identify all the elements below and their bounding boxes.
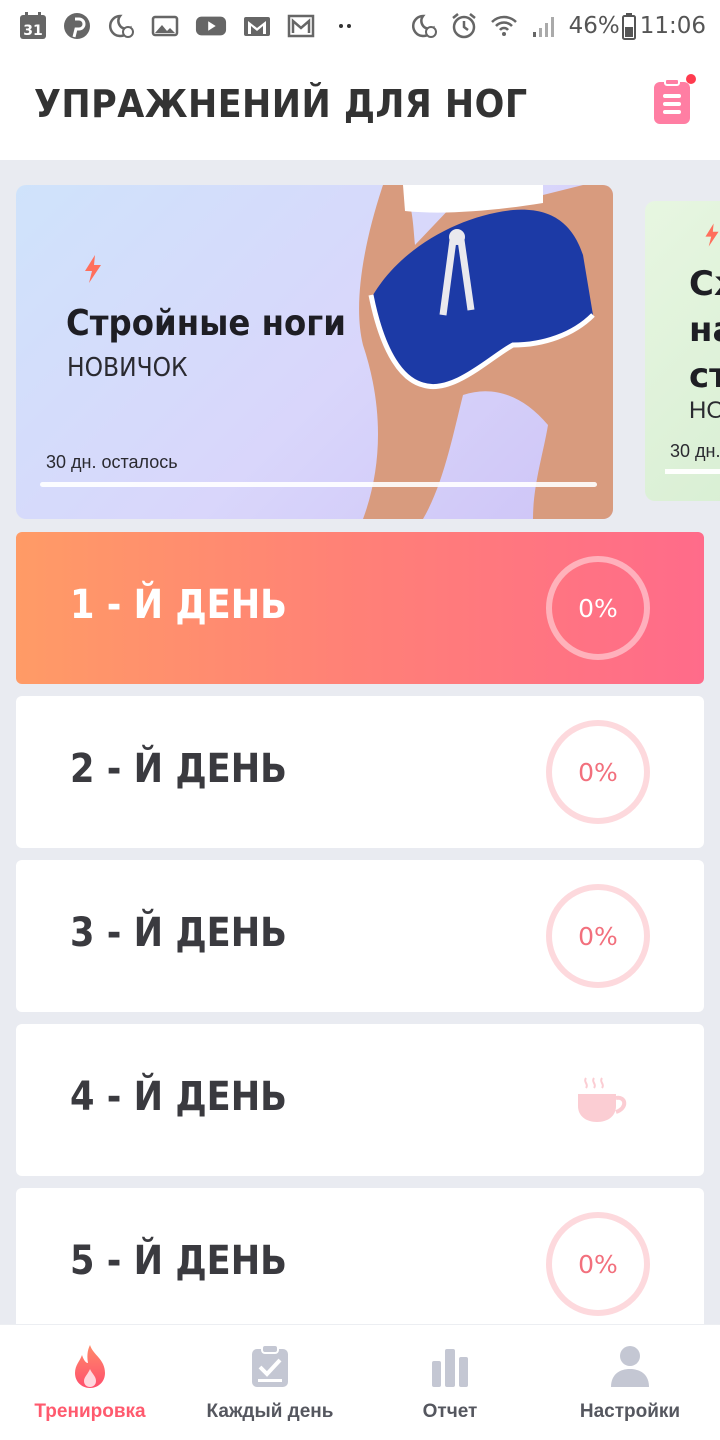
progress-ring: 0% — [546, 1212, 650, 1316]
svg-text:31: 31 — [23, 23, 42, 39]
youtube-icon — [194, 12, 228, 40]
moon-alarm-icon — [409, 12, 439, 40]
progress-ring: 0% — [546, 720, 650, 824]
gmail-outline-icon — [286, 12, 316, 40]
clipboard-icon[interactable] — [654, 74, 696, 124]
day-label: 4 - Й ДЕНЬ — [70, 1074, 288, 1120]
day-label: 3 - Й ДЕНЬ — [70, 910, 288, 956]
progress-percent: 0% — [578, 1249, 618, 1279]
alarm-icon — [449, 12, 479, 40]
lightning-icon — [705, 223, 719, 247]
day-row-4[interactable]: 4 - Й ДЕНЬ — [16, 1024, 704, 1176]
plan-card-slim-legs[interactable]: Стройные ноги НОВИЧОК 30 дн. осталось — [16, 185, 613, 519]
day-row-2[interactable]: 2 - Й ДЕНЬ 0% — [16, 696, 704, 848]
signal-icon — [529, 12, 559, 40]
nav-label: Отчет — [422, 1401, 478, 1422]
day-label: 2 - Й ДЕНЬ — [70, 746, 288, 792]
nav-label: Настройки — [579, 1401, 681, 1422]
day-row-5[interactable]: 5 - Й ДЕНЬ 0% — [16, 1188, 704, 1340]
status-bar: 31 46% 11:06 — [0, 0, 720, 52]
day-row-1[interactable]: 1 - Й ДЕНЬ 0% — [16, 532, 704, 684]
day-label: 1 - Й ДЕНЬ — [70, 582, 288, 628]
nav-report[interactable]: Отчет — [360, 1325, 540, 1440]
nav-training[interactable]: Тренировка — [0, 1325, 180, 1440]
plan-progress-bar — [40, 482, 597, 487]
plan-name: Стройные ноги — [66, 303, 346, 344]
checklist-icon — [252, 1344, 288, 1387]
page-title: УПРАЖНЕНИЙ ДЛЯ НОГ — [34, 82, 528, 126]
plan-remaining: 30 дн. осталось — [46, 452, 178, 472]
progress-ring: 0% — [546, 556, 650, 660]
lightning-icon — [85, 255, 101, 283]
battery-icon — [621, 12, 636, 40]
flame-icon — [75, 1345, 105, 1388]
notification-dot — [686, 74, 696, 84]
progress-percent: 0% — [578, 921, 618, 951]
app-header: УПРАЖНЕНИЙ ДЛЯ НОГ — [0, 52, 720, 160]
bottom-navigation: Тренировка Каждый день Отчет Настройки — [0, 1324, 720, 1440]
legs-photo — [359, 185, 613, 519]
progress-percent: 0% — [578, 757, 618, 787]
gmail-icon — [242, 12, 272, 40]
coffee-cup-icon — [578, 1077, 627, 1122]
progress-percent: 0% — [578, 593, 618, 623]
plan-card-next[interactable]: Сж на ст НО 30 дн. — [645, 201, 720, 501]
nav-daily[interactable]: Каждый день — [180, 1325, 360, 1440]
clock: 11:06 — [639, 13, 706, 39]
calendar-icon: 31 — [18, 12, 48, 40]
day-row-3[interactable]: 3 - Й ДЕНЬ 0% — [16, 860, 704, 1012]
image-icon — [150, 12, 180, 40]
plan-level: НОВИЧОК — [67, 353, 188, 383]
plan-level: НО — [689, 397, 720, 424]
nav-settings[interactable]: Настройки — [540, 1325, 720, 1440]
battery-percent: 46% — [568, 13, 620, 39]
person-icon — [611, 1346, 649, 1387]
bar-chart-icon — [432, 1349, 468, 1387]
nav-label: Каждый день — [206, 1401, 334, 1422]
plan-remaining: 30 дн. — [670, 441, 720, 461]
dots-icon — [330, 12, 360, 40]
nav-label: Тренировка — [34, 1401, 146, 1422]
plan-name: Сж на ст — [689, 264, 720, 396]
progress-ring: 0% — [546, 884, 650, 988]
plan-progress-bar — [665, 469, 720, 474]
moon-alarm-icon — [106, 12, 136, 40]
wifi-icon — [489, 12, 519, 40]
pinterest-icon — [62, 12, 92, 40]
day-label: 5 - Й ДЕНЬ — [70, 1238, 288, 1284]
